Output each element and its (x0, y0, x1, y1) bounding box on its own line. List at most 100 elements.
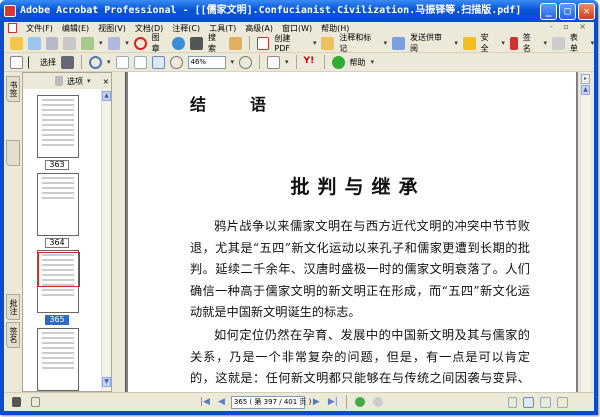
scroll-up-icon[interactable]: ▲ (581, 85, 590, 95)
menu-advanced[interactable]: 高级(A) (245, 23, 273, 34)
page-label-selected: 365 (45, 315, 69, 325)
single-page-icon[interactable] (507, 396, 517, 408)
tab-comments[interactable]: 批注 (6, 294, 20, 320)
print-icon[interactable] (63, 36, 77, 50)
next-page-icon[interactable]: ▶ (313, 397, 320, 407)
section-title: 批判与继承 (290, 176, 426, 198)
menu-file[interactable]: 文件(F) (26, 23, 53, 34)
visible-area-box[interactable] (38, 252, 80, 287)
send-review-button[interactable]: 发送供审阅 (410, 32, 449, 54)
hand-tool-icon[interactable] (10, 55, 23, 69)
tab-signatures[interactable]: 签名 (6, 322, 20, 348)
save-icon[interactable] (45, 36, 59, 50)
previous-page-icon[interactable]: ◀ (218, 397, 225, 407)
page-label: 363 (45, 160, 69, 170)
organizer-icon[interactable] (27, 36, 41, 50)
lock-icon (462, 36, 476, 50)
options-button[interactable]: 选项 (67, 76, 83, 87)
page-label: 364 (45, 238, 69, 248)
help-button[interactable]: 帮助 (350, 57, 366, 68)
split-arrow-icon[interactable]: ▸ (581, 74, 590, 84)
search-button[interactable]: 搜索 (208, 32, 224, 54)
page-thumbnail[interactable] (37, 95, 79, 158)
security-button[interactable]: 安全 (481, 32, 497, 54)
last-page-icon[interactable]: ▶| (328, 397, 338, 407)
status-bar: |◀ ◀ 365 ( 第 397 / 401 页 ) ▶ ▶| (4, 392, 594, 411)
next-view-icon[interactable] (372, 397, 383, 407)
panel-splitter[interactable] (112, 72, 125, 392)
actual-size-icon[interactable] (115, 55, 129, 69)
rotate-view-icon[interactable] (267, 55, 281, 69)
tab-bookmarks[interactable]: 书签 (6, 76, 20, 102)
binoculars-icon (190, 36, 204, 50)
pdf-page: 结 语 批判与继承 鸦片战争以来儒家文明在与西方近代文明的冲突中节节败退，尤其是… (128, 72, 576, 392)
zoom-in-tool-icon[interactable] (89, 55, 102, 69)
title-bar: Adobe Acrobat Professional - [[儒家文明].Con… (0, 0, 598, 22)
page-size-icon[interactable] (31, 397, 40, 407)
document-icon (8, 23, 17, 33)
text-select-icon (28, 55, 35, 69)
create-pdf-button[interactable]: 创建 PDF (274, 33, 308, 53)
navigation-tabs: 书签 批注 签名 (4, 72, 22, 392)
fit-width-icon[interactable] (151, 55, 165, 69)
trash-icon[interactable] (55, 76, 63, 86)
send-review-icon (392, 36, 405, 50)
document-view: 结 语 批判与继承 鸦片战争以来儒家文明在与西方近代文明的冲突中节节败退，尤其是… (125, 72, 578, 392)
pen-icon (509, 36, 518, 50)
email-icon[interactable] (81, 36, 94, 50)
page-number-input[interactable]: 365 ( 第 397 / 401 页 ) (230, 395, 311, 409)
yahoo-icon[interactable]: Y! (304, 56, 317, 69)
page-thumbnail-selected[interactable] (37, 250, 80, 313)
page-thumbnail[interactable] (37, 173, 79, 236)
select-tool-button[interactable]: 选择 (40, 57, 56, 68)
snapshot-icon[interactable] (61, 55, 74, 69)
zoom-in-icon[interactable] (239, 55, 253, 69)
document-window-controls[interactable]: - ▫ × (550, 22, 590, 31)
forms-icon (552, 36, 565, 50)
menu-window[interactable]: 窗口(W) (282, 23, 312, 34)
forms-button[interactable]: 表单 (570, 32, 586, 54)
zoom-level-input[interactable]: 46% (187, 55, 226, 69)
zoom-out-icon[interactable] (169, 55, 183, 69)
document-scrollbar[interactable]: ▸ ▲ (580, 72, 590, 392)
web-icon[interactable] (172, 36, 186, 50)
open-folder-icon[interactable] (10, 36, 23, 50)
paragraph: 鸦片战争以来儒家文明在与西方近代文明的冲突中节节败退，尤其是“五四”新文化运动以… (190, 219, 530, 320)
page-thumbnail[interactable] (37, 328, 79, 391)
close-panel-button[interactable]: × (103, 77, 110, 86)
comment-icon (321, 36, 335, 50)
facing-icon[interactable] (539, 396, 551, 408)
create-pdf-icon (256, 36, 270, 50)
menu-comments[interactable]: 注释(C) (172, 23, 200, 34)
fit-page-icon[interactable] (133, 55, 147, 69)
stamp-button[interactable]: 图章 (152, 32, 168, 54)
paragraph: 如何定位仍然在孕育、发展中的中国新文明及其与儒家的关系，乃是一个非常复杂的问题，… (190, 328, 530, 386)
menu-view[interactable]: 视图(V) (98, 23, 126, 34)
read-icon[interactable] (228, 36, 242, 50)
panel-scrollbar[interactable]: ▲ ▼ (101, 89, 111, 391)
menu-edit[interactable]: 编辑(E) (62, 23, 89, 34)
sign-button[interactable]: 签名 (523, 32, 539, 54)
help-icon (331, 55, 345, 69)
maximize-button[interactable]: □ (559, 3, 576, 20)
main-toolbar: ▾ ▾ 图章 搜索 创建 PDF ▾ 注释和标记 ▾ 发送供审阅 ▾ 安全 ▾ 签名 ▾ … (4, 32, 594, 54)
scroll-down-icon[interactable]: ▼ (102, 377, 111, 387)
nav-pane-icon[interactable] (12, 397, 21, 407)
basic-toolbar: 选择 ▾ 46% ▾ ▾ Y! 帮助 ▾ (4, 53, 594, 72)
acrobat-app-icon (4, 5, 16, 17)
previous-view-icon[interactable] (354, 397, 365, 407)
continuous-icon[interactable] (522, 396, 534, 408)
acrobat-window: Adobe Acrobat Professional - [[儒家文明].Con… (0, 0, 598, 415)
first-page-icon[interactable]: |◀ (200, 397, 210, 407)
continuous-facing-icon[interactable] (556, 396, 568, 408)
close-button[interactable]: ✕ (578, 3, 595, 20)
minimize-button[interactable]: _ (540, 3, 557, 20)
window-title: Adobe Acrobat Professional - [[儒家文明].Con… (20, 5, 522, 16)
panel-header: 选项 ▾ × (23, 73, 111, 89)
chapter-heading: 结 语 (190, 95, 281, 114)
scroll-up-icon[interactable]: ▲ (102, 91, 111, 101)
tab-pages[interactable] (6, 140, 20, 166)
comment-markup-button[interactable]: 注释和标记 (339, 32, 378, 54)
stamp-icon[interactable] (133, 36, 147, 50)
attach-icon[interactable] (107, 36, 121, 50)
